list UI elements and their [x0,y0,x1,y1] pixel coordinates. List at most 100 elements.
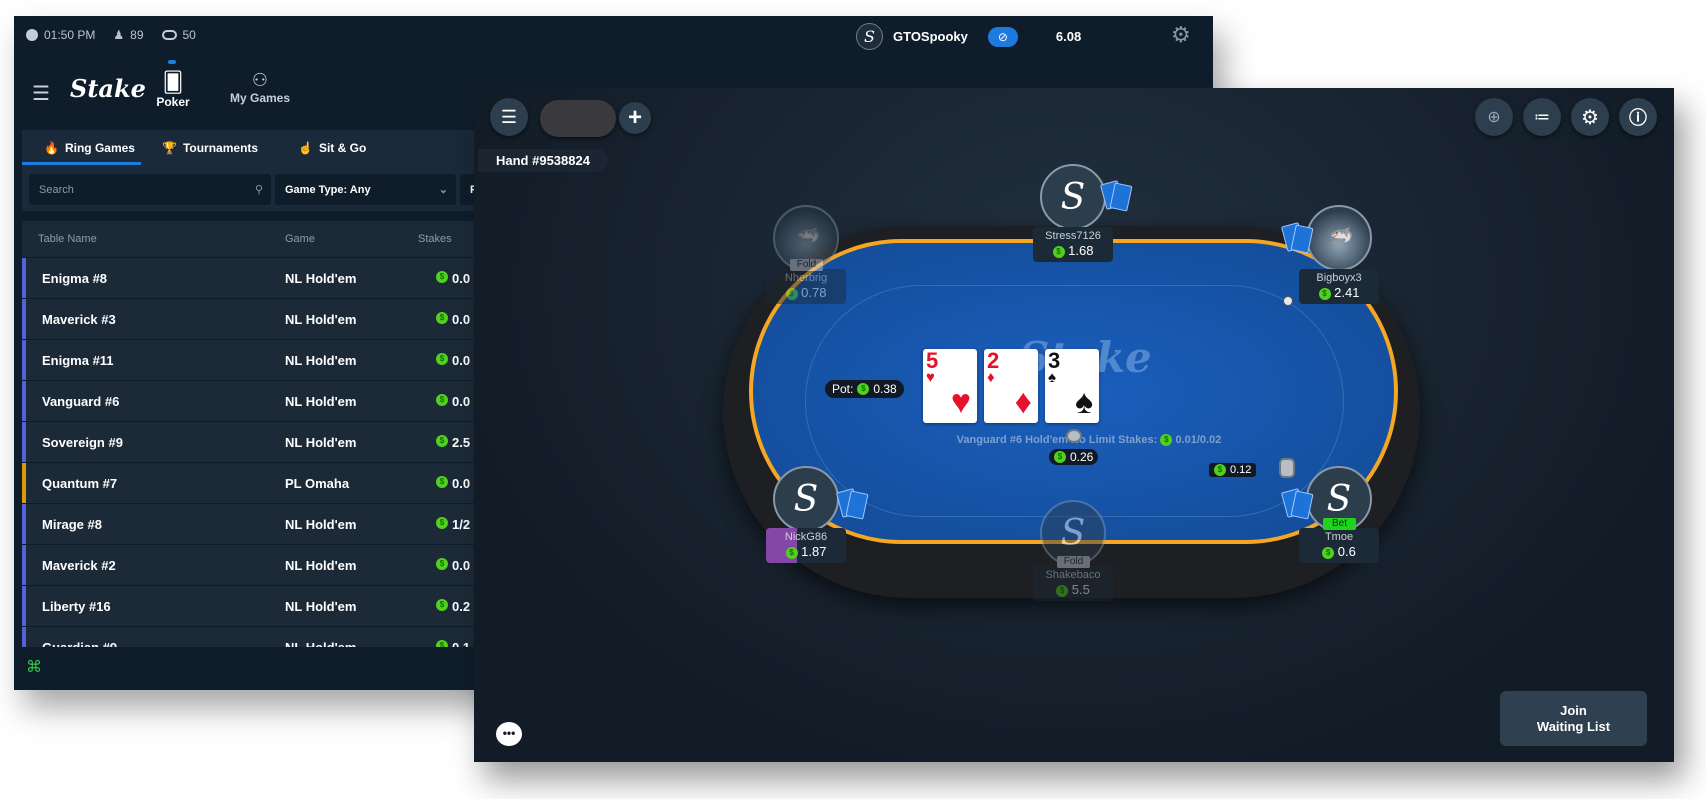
tab-tournaments[interactable]: 🏆 Tournaments [162,130,258,165]
blank-pill-button[interactable] [540,100,616,137]
row-table-name: Maverick #2 [42,558,116,573]
player-balance: $ 0.6 [1299,544,1379,559]
search-icon: ⚲ [254,184,263,196]
row-accent [22,504,26,544]
settings-gear-icon[interactable]: ⚙ [1171,22,1191,48]
hand-pointer-icon: ☝ [298,140,313,155]
row-table-name: Sovereign #9 [42,435,123,450]
info-button[interactable]: ⓘ [1619,98,1657,136]
row-table-name: Liberty #16 [42,599,111,614]
coin-icon: $ [436,271,448,283]
coin-icon: $ [436,394,448,406]
seat-info: Tmoe $ 0.6 [1299,528,1379,563]
table-icon [161,30,177,40]
menu-button[interactable]: ☰ [490,98,528,136]
col-table-name[interactable]: Table Name [38,233,97,245]
tab-sit-and-go[interactable]: ☝ Sit & Go [298,130,366,165]
row-stakes: 0.0 [452,476,471,491]
table-count: 50 [182,28,196,42]
row-accent [22,381,26,421]
dealer-button [1283,296,1293,306]
row-game: NL Hold'em [285,394,357,409]
col-game[interactable]: Game [285,233,315,245]
coin-icon: $ [1160,434,1173,447]
status-badge: Fold [1057,556,1090,568]
cards-icon: 🂠 [162,72,184,94]
player-icon: ♟ [113,28,125,42]
player-balance: $ 5.5 [1033,582,1113,597]
row-game: NL Hold'em [285,640,356,647]
row-game: NL Hold'em [285,271,357,286]
row-stakes: 0.0 [452,271,471,286]
row-table-name: Guardian #9 [42,640,117,647]
row-stakes: 0.0 [452,394,471,409]
chevron-down-icon: ⌄ [438,184,448,196]
joystick-icon: ⚇ [251,70,269,90]
player-balance: $ 1.68 [1033,243,1113,258]
hand-history-button[interactable]: ≔ [1523,98,1561,136]
shark-avatar-icon: 🦈 [1306,205,1372,271]
board-card: 3 ♠ ♠ [1045,349,1099,423]
flame-icon: 🔥 [44,140,59,155]
pot-display: Pot: $0.38 [825,380,904,398]
add-chips-button[interactable]: ⊕ [1475,98,1513,136]
player-count: 89 [130,28,144,42]
row-table-name: Maverick #3 [42,312,116,327]
suit-icon: ♠ [1074,383,1093,421]
coin-icon: $ [1214,464,1226,476]
nav-poker[interactable]: 🂠 Poker [133,70,213,109]
balance: 6.08 [1055,29,1082,44]
row-game: NL Hold'em [285,599,357,614]
tab-ring-games[interactable]: 🔥 Ring Games [44,130,135,165]
seat-info: Stress7126 $ 1.68 [1033,227,1113,262]
table-info: Vanguard #6 Hold'em No Limit Stakes: $ 0… [956,434,1222,447]
row-stakes: 0.0 [452,312,471,327]
hide-balance-button[interactable]: ⊘ [987,26,1018,47]
coin-icon: $ [785,546,798,559]
row-accent [22,586,26,626]
row-accent [22,463,26,503]
clock-icon [26,29,38,41]
chip-stack-icon [1066,429,1082,443]
center-bet: $0.26 [1049,449,1099,465]
row-accent [22,340,26,380]
player-balance: $ 1.87 [766,544,846,559]
coin-icon: $ [436,435,448,447]
table-window: ☰ + Hand #9538824 ⊕ ≔ ⚙ ⓘ Stake Pot:$0.3… [474,88,1674,762]
col-stakes[interactable]: Stakes [418,233,452,245]
chat-button[interactable]: ••• [496,722,522,746]
player-name: Stress7126 [1045,230,1101,242]
status-badge: Fold [790,259,823,271]
stake-avatar-icon: S [1040,164,1106,230]
coin-icon: $ [1054,451,1066,463]
suit-icon: ♥ [950,383,971,421]
game-type-select[interactable]: Game Type: Any ⌄ [275,174,456,205]
add-table-button[interactable]: + [619,102,651,134]
player-name: Shakebaco [1045,569,1101,581]
row-table-name: Quantum #7 [42,476,118,491]
join-waiting-list-button[interactable]: Join Waiting List [1500,691,1647,746]
board-card: 2 ♦ ♦ [984,349,1038,423]
coin-icon: $ [436,476,448,488]
row-game: NL Hold'em [285,558,357,573]
search-input[interactable]: Search ⚲ [29,174,271,205]
coin-icon: $ [436,558,448,570]
chip-stack-icon [1279,458,1295,478]
row-stakes: 2.5 [452,435,471,450]
row-stakes: 0.1 [452,640,470,647]
row-game: PL Omaha [285,476,350,491]
hole-card-back [1109,182,1133,212]
row-table-name: Mirage #8 [42,517,102,532]
seat-info: Nherbrig $ 0.78 [766,269,846,304]
time: 01:50 PM [44,28,96,42]
coin-icon: $ [857,383,870,395]
nav-my-games[interactable]: ⚇ My Games [220,70,300,105]
player-balance: $ 2.41 [1299,285,1379,300]
status-badge: Bet [1323,518,1356,530]
hand-number[interactable]: Hand #9538824 [478,149,608,172]
seat-info: Shakebaco $ 5.5 [1033,566,1113,601]
hamburger-menu-icon[interactable]: ☰ [32,81,50,106]
table-settings-button[interactable]: ⚙ [1571,98,1609,136]
status-bar: 01:50 PM ♟ 89 50 [26,28,196,42]
user-avatar[interactable]: S [856,23,883,50]
